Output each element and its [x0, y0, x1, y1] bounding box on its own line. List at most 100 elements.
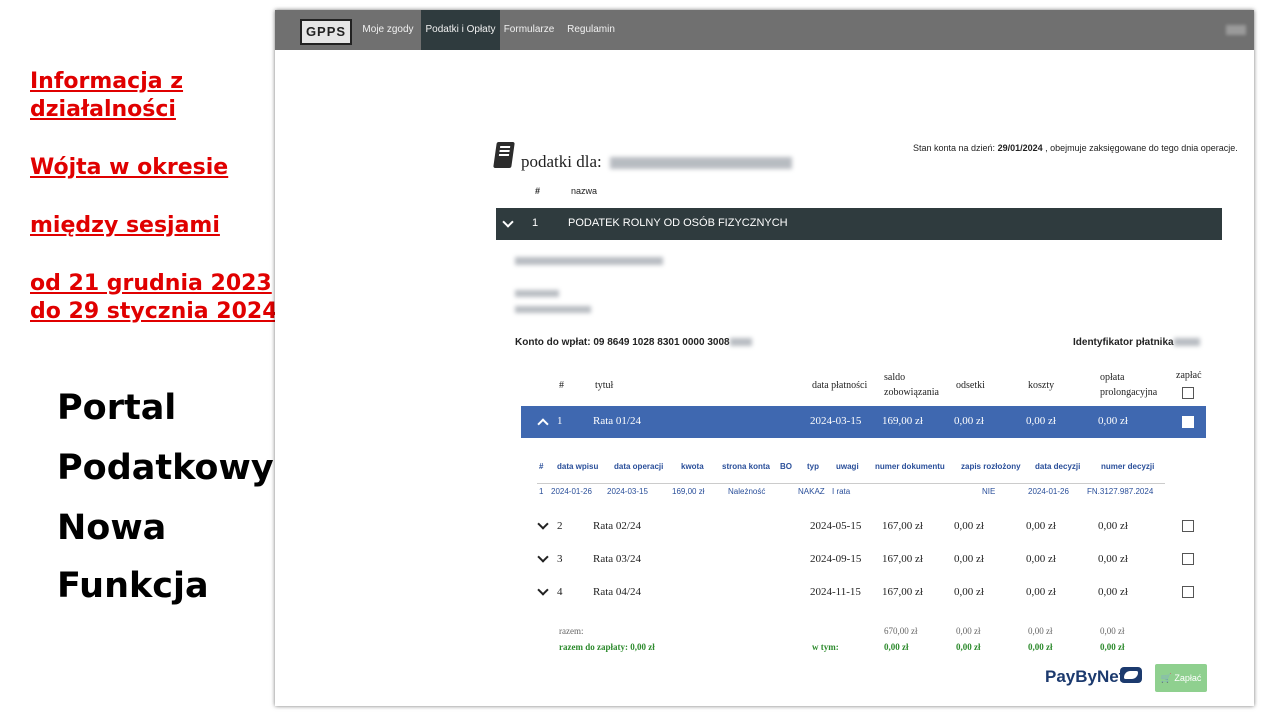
col-hash: # — [535, 186, 541, 196]
pay-checkbox[interactable] — [1182, 553, 1194, 565]
inst-odsetki: 0,00 zł — [954, 586, 984, 598]
det-cell: 2024-01-26 — [1028, 487, 1069, 496]
slide-title-line-1: Portal — [57, 388, 177, 428]
det-col-data-operacji: data operacji — [614, 462, 664, 471]
det-cell: 169,00 zł — [672, 487, 705, 496]
tax-row-header[interactable]: 1 PODATEK ROLNY OD OSÓB FIZYCZNYCH — [496, 208, 1222, 240]
tax-name: PODATEK ROLNY OD OSÓB FIZYCZNYCH — [568, 217, 788, 229]
inst-oplata: 0,00 zł — [1098, 520, 1128, 532]
det-col-bo: BO — [780, 462, 792, 471]
slide-red-line-5: od 21 grudnia 2023 — [30, 271, 272, 296]
inst-number: 1 — [557, 415, 563, 427]
inst-col-oplata-1: opłata — [1100, 372, 1125, 383]
inst-tytul: Rata 01/24 — [593, 415, 641, 427]
stan-konta: Stan konta na dzień: 29/01/2024 , obejmu… — [913, 143, 1238, 153]
chevron-down-icon[interactable] — [537, 584, 549, 596]
chevron-down-icon[interactable] — [537, 551, 549, 563]
det-col-typ: typ — [807, 462, 819, 471]
inst-oplata: 0,00 zł — [1098, 553, 1128, 565]
portal-screenshot: GPPS Moje zgody Podatki i Opłaty Formula… — [275, 10, 1254, 706]
installment-row-1[interactable]: 1 Rata 01/24 2024-03-15 169,00 zł 0,00 z… — [521, 406, 1206, 438]
inst-saldo: 167,00 zł — [882, 553, 923, 565]
razem-oplata: 0,00 zł — [1100, 626, 1125, 636]
inst-data: 2024-05-15 — [810, 520, 862, 532]
redacted-line-3 — [515, 306, 591, 313]
pay-checkbox[interactable] — [1182, 520, 1194, 532]
nav-moje-zgody[interactable]: Moje zgody — [361, 10, 415, 50]
slide-red-line-6: do 29 stycznia 2024 — [30, 299, 278, 324]
inst-oplata: 0,00 zł — [1098, 586, 1128, 598]
det-cell: FN.3127.987.2024 — [1087, 487, 1154, 496]
installment-row-3[interactable]: 3 Rata 03/24 2024-09-15 167,00 zł 0,00 z… — [521, 543, 1206, 575]
inst-col-data: data płatności — [812, 380, 868, 391]
det-cell: NAKAZ — [798, 487, 825, 496]
chevron-down-icon[interactable] — [502, 216, 514, 228]
det-cell: I rata — [832, 487, 851, 496]
inst-col-zaplac: zapłać — [1176, 370, 1202, 381]
pay-checkbox[interactable] — [1182, 416, 1194, 428]
det-cell: 1 — [539, 487, 544, 496]
installment-row-2[interactable]: 2 Rata 02/24 2024-05-15 167,00 zł 0,00 z… — [521, 510, 1206, 542]
det-col-numer-decyzji: numer decyzji — [1101, 462, 1155, 471]
det-col-hash: # — [539, 462, 544, 471]
inst-data: 2024-03-15 — [810, 415, 862, 427]
det-col-zapis-rozlozony: zapis rozłożony — [961, 462, 1021, 471]
w-tym-koszty: 0,00 zł — [1028, 642, 1053, 652]
inst-koszty: 0,00 zł — [1026, 520, 1056, 532]
inst-col-koszty: koszty — [1028, 380, 1055, 391]
select-all-checkbox[interactable] — [1182, 387, 1194, 399]
nav-formularze[interactable]: Formularze — [503, 10, 555, 50]
zaplac-button[interactable]: 🛒 Zapłać — [1155, 664, 1207, 692]
det-col-strona-konta: strona konta — [722, 462, 771, 471]
book-icon — [493, 142, 515, 168]
inst-tytul: Rata 02/24 — [593, 520, 641, 532]
inst-col-odsetki: odsetki — [956, 380, 985, 391]
det-cell: Należność — [728, 487, 766, 496]
inst-koszty: 0,00 zł — [1026, 586, 1056, 598]
inst-saldo: 167,00 zł — [882, 586, 923, 598]
details-divider — [537, 483, 1165, 484]
chevron-down-icon[interactable] — [537, 518, 549, 530]
inst-col-oplata-2: prolongacyjna — [1100, 387, 1158, 398]
pay-checkbox[interactable] — [1182, 586, 1194, 598]
nav-regulamin[interactable]: Regulamin — [565, 10, 617, 50]
inst-number: 4 — [557, 586, 563, 598]
inst-koszty: 0,00 zł — [1026, 553, 1056, 565]
det-cell: NIE — [982, 487, 996, 496]
inst-saldo: 167,00 zł — [882, 520, 923, 532]
identyfikator-platnika: Identyfikator płatnika — [1073, 337, 1200, 348]
inst-col-hash: # — [559, 380, 564, 391]
slide-red-line-2: działalności — [30, 97, 176, 122]
inst-koszty: 0,00 zł — [1026, 415, 1056, 427]
w-tym-oplata: 0,00 zł — [1100, 642, 1125, 652]
det-cell: 2024-01-26 — [551, 487, 592, 496]
konto-do-wplat: Konto do wpłat: 09 8649 1028 8301 0000 3… — [515, 337, 752, 348]
razem-koszty: 0,00 zł — [1028, 626, 1053, 636]
inst-tytul: Rata 04/24 — [593, 586, 641, 598]
redacted-line-2 — [515, 290, 559, 297]
redacted-line-1 — [515, 257, 663, 265]
inst-col-saldo-2: zobowiązania — [884, 387, 939, 398]
slide-title-line-3: Nowa — [57, 508, 167, 548]
inst-odsetki: 0,00 zł — [954, 520, 984, 532]
razem-odsetki: 0,00 zł — [956, 626, 981, 636]
gpps-logo[interactable]: GPPS — [300, 19, 352, 45]
col-nazwa: nazwa — [571, 186, 598, 196]
slide-red-line-3: Wójta w okresie — [30, 155, 229, 180]
det-col-data-wpisu: data wpisu — [557, 462, 599, 471]
razem-do-zaplaty: razem do zapłaty: 0,00 zł — [559, 642, 655, 652]
razem-saldo: 670,00 zł — [884, 626, 918, 636]
inst-col-tytul: tytuł — [595, 380, 614, 391]
w-tym-odsetki: 0,00 zł — [956, 642, 981, 652]
slide-red-line-1: Informacja z — [30, 69, 184, 94]
w-tym-label: w tym: — [812, 642, 839, 652]
nav-podatki-i-oplaty[interactable]: Podatki i Opłaty — [421, 10, 500, 50]
inst-col-saldo-1: saldo — [884, 372, 906, 383]
inst-odsetki: 0,00 zł — [954, 415, 984, 427]
chevron-up-icon[interactable] — [537, 418, 549, 430]
inst-data: 2024-09-15 — [810, 553, 862, 565]
user-menu[interactable] — [1226, 25, 1246, 35]
det-cell: 2024-03-15 — [607, 487, 648, 496]
w-tym-saldo: 0,00 zł — [884, 642, 909, 652]
installment-row-4[interactable]: 4 Rata 04/24 2024-11-15 167,00 zł 0,00 z… — [521, 576, 1206, 608]
